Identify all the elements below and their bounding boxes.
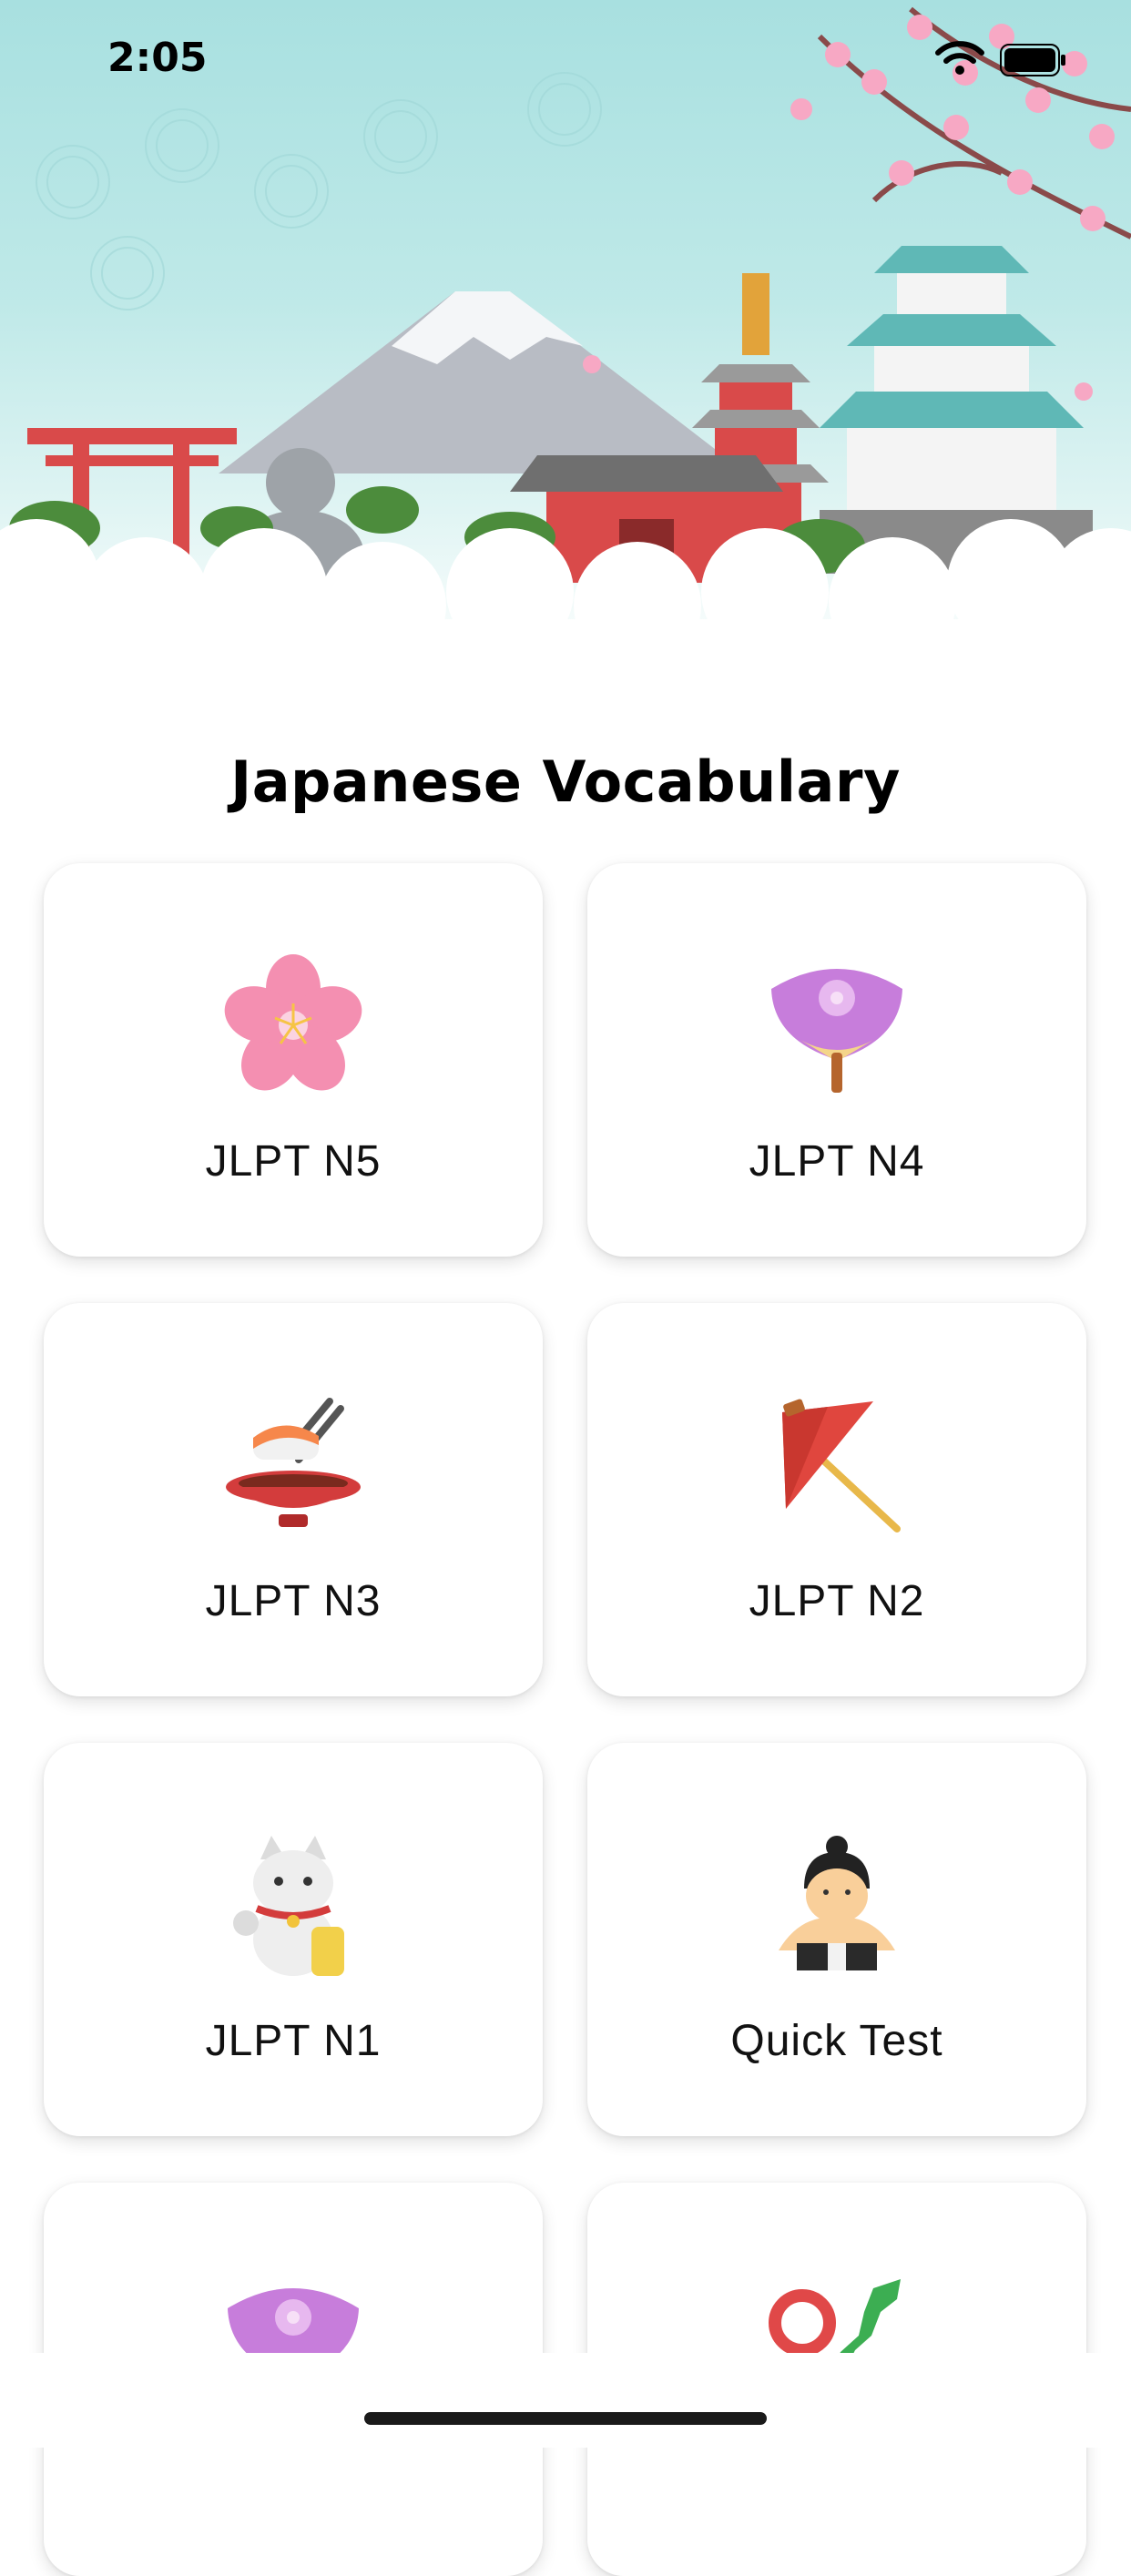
wifi-icon — [935, 41, 984, 75]
sushi-bowl-icon — [226, 1398, 361, 1527]
home-indicator[interactable] — [364, 2412, 767, 2425]
card-label: JLPT N5 — [205, 1137, 382, 1186]
card-jlpt-n5[interactable]: JLPT N5 — [44, 863, 543, 1257]
card-jlpt-n3[interactable]: JLPT N3 — [44, 1303, 543, 1696]
card-label: JLPT N1 — [205, 2017, 382, 2065]
sumo-wrestler-icon — [779, 1836, 895, 1970]
card-jlpt-n4[interactable]: JLPT N4 — [587, 863, 1086, 1257]
page-title: Japanese Vocabulary — [230, 748, 901, 815]
card-label: JLPT N3 — [205, 1577, 382, 1625]
card-label: JLPT N2 — [749, 1577, 925, 1625]
wagasa-umbrella-icon — [782, 1399, 901, 1532]
card-quick-test[interactable]: Quick Test — [587, 1743, 1086, 2136]
card-jlpt-n1[interactable]: JLPT N1 — [44, 1743, 543, 2136]
card-label: Quick Test — [730, 2017, 943, 2065]
bottom-safe-area — [0, 2353, 1131, 2448]
sakura-flower-icon — [224, 954, 362, 1091]
status-bar: 2:05 — [0, 0, 1131, 127]
battery-icon — [1000, 44, 1065, 76]
card-label: JLPT N4 — [749, 1137, 925, 1186]
card-jlpt-n2[interactable]: JLPT N2 — [587, 1303, 1086, 1696]
paper-fan-icon — [771, 969, 902, 1093]
lucky-cat-icon — [233, 1836, 344, 1976]
status-time: 2:05 — [107, 35, 208, 81]
